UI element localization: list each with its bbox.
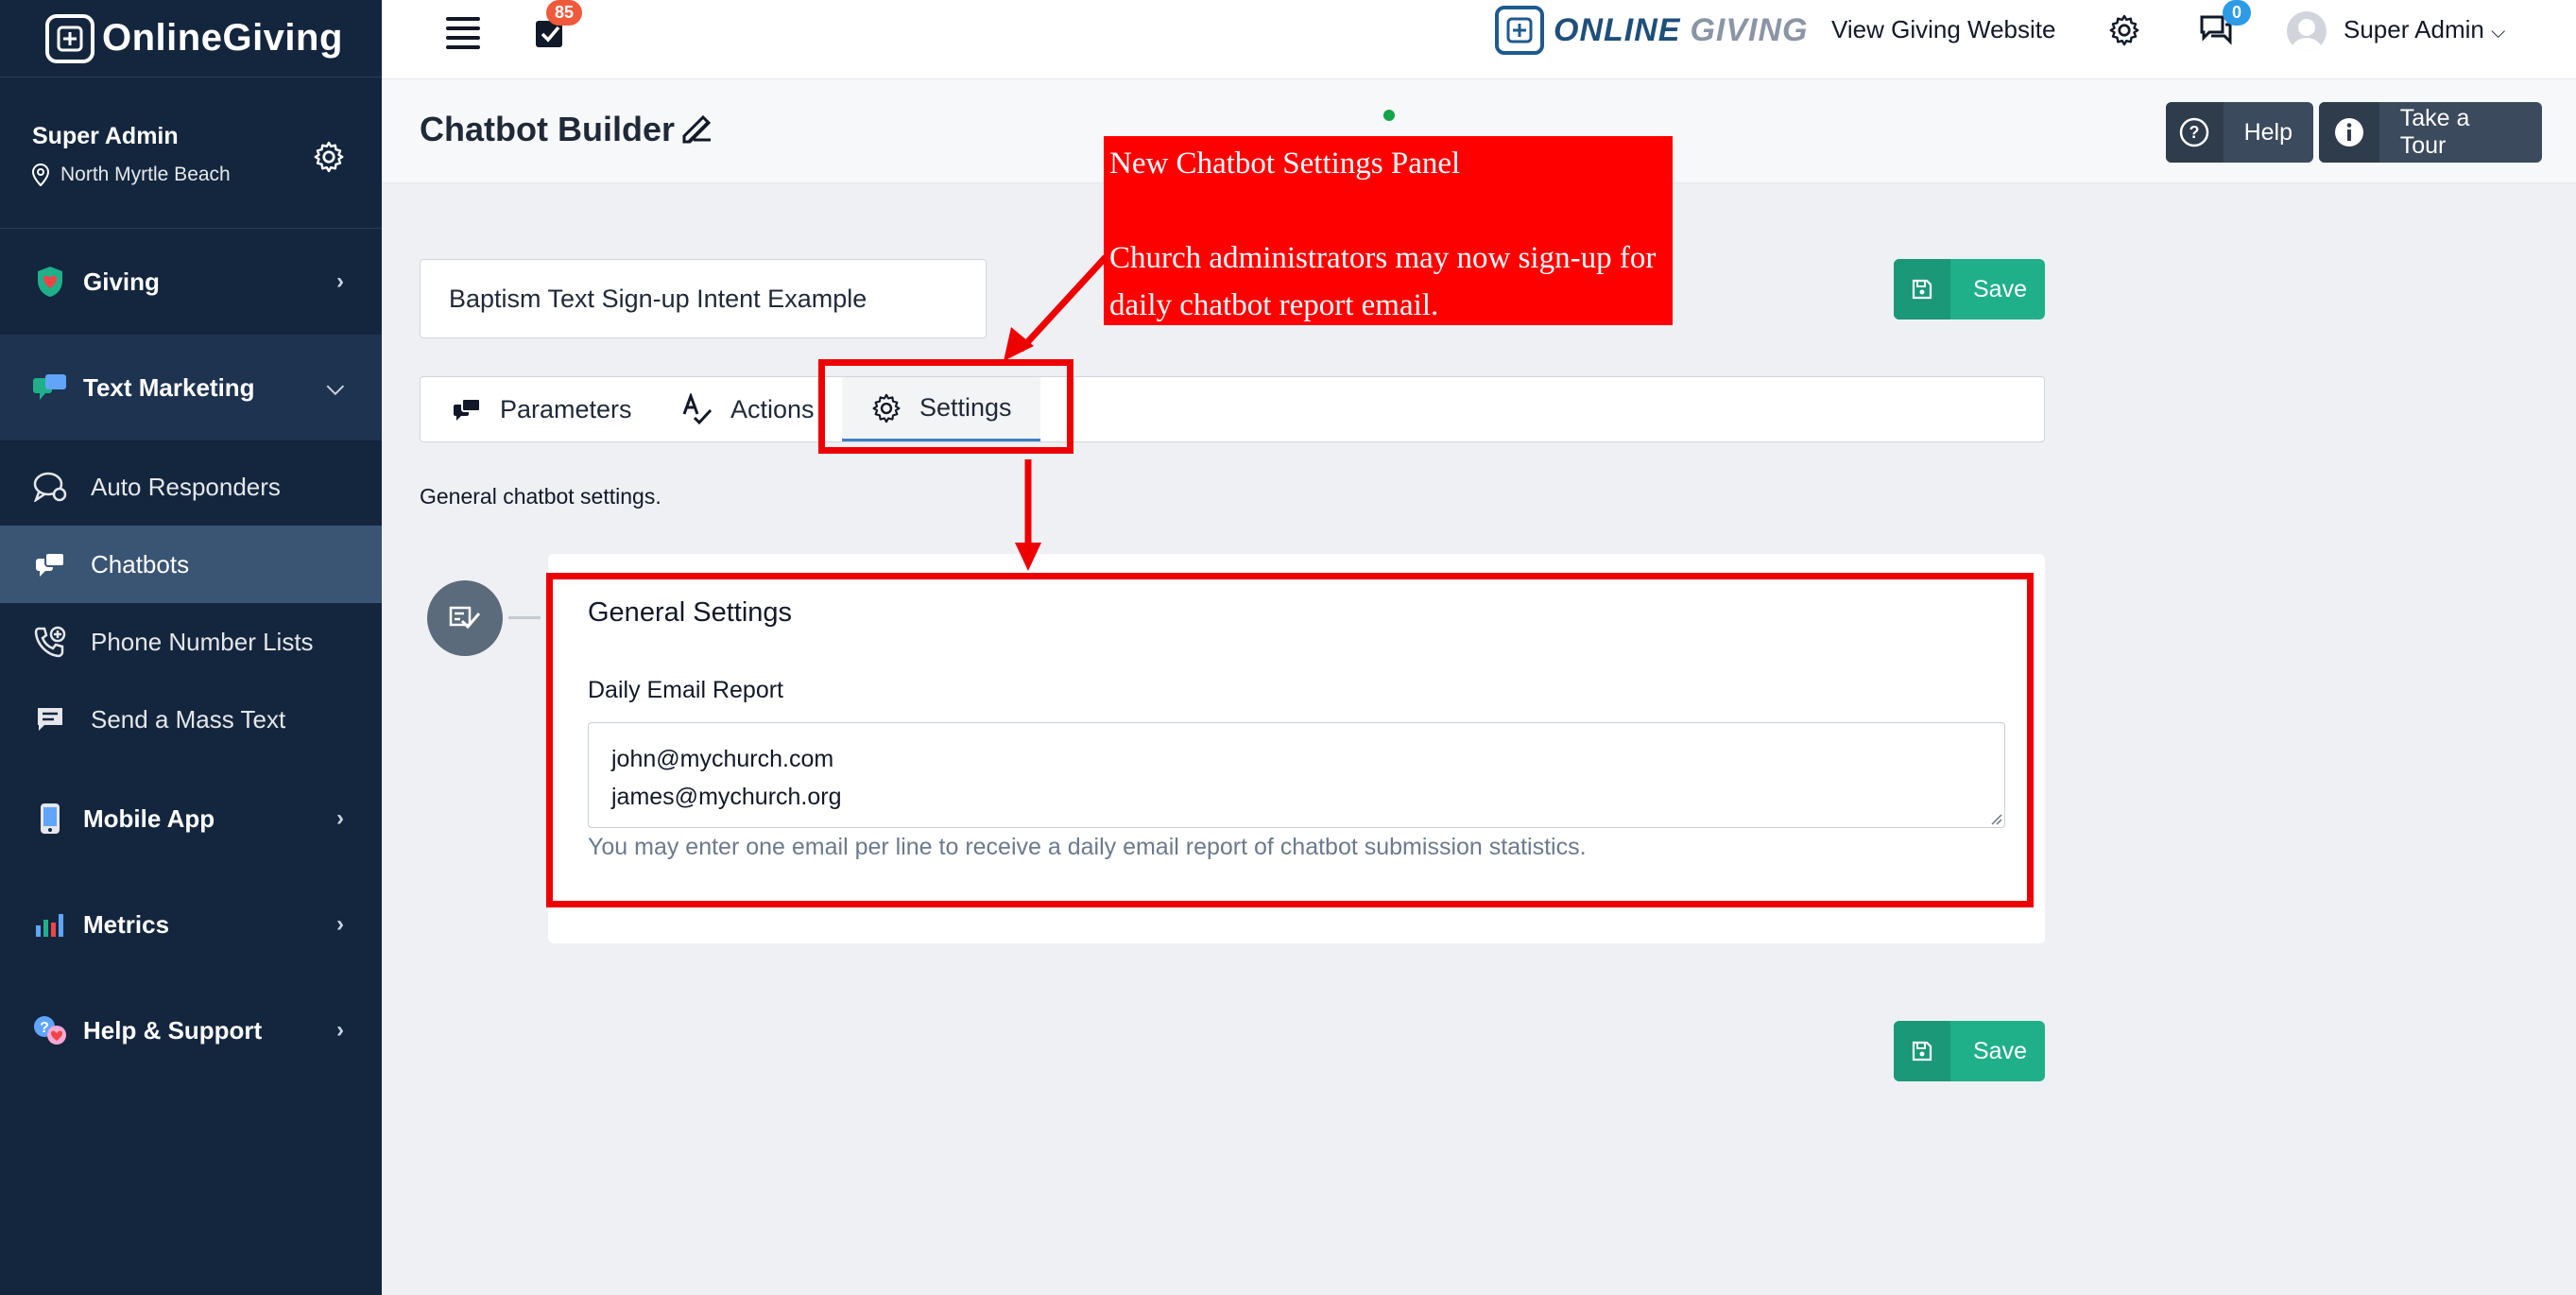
- help-button-label: Help: [2243, 118, 2293, 146]
- chevron-right-icon: ›: [336, 805, 344, 831]
- sidebar-item-label: Auto Responders: [91, 472, 281, 501]
- tab-label: Parameters: [500, 394, 632, 423]
- step-connector: [508, 616, 541, 619]
- brand-logo-icon: [45, 13, 94, 63]
- sidebar-item-label: Chatbots: [91, 549, 190, 578]
- nav-metrics[interactable]: Metrics ›: [0, 872, 382, 977]
- location-pin-icon: [32, 164, 49, 186]
- online-giving-logo[interactable]: ONLINE GIVING: [1495, 6, 1808, 55]
- user-block: Super Admin North Myrtle Beach: [0, 78, 382, 229]
- annotation-callout: New Chatbot Settings Panel Church admini…: [1104, 136, 1673, 325]
- sidebar-item-chatbots[interactable]: Chatbots: [0, 526, 382, 603]
- giving-shield-icon: [32, 264, 68, 300]
- nav-help-support[interactable]: ? Help & Support ›: [0, 977, 382, 1083]
- chevron-down-icon: ⌵: [2491, 22, 2506, 43]
- question-circle-icon: ?: [2166, 102, 2224, 163]
- brand[interactable]: OnlineGiving: [0, 0, 382, 78]
- chevron-right-icon: ›: [336, 911, 344, 937]
- chatbot-name-input[interactable]: Baptism Text Sign-up Intent Example: [420, 259, 987, 338]
- take-a-tour-button[interactable]: Take a Tour: [2319, 102, 2542, 163]
- user-settings-gear-icon[interactable]: [312, 140, 346, 174]
- user-menu-label: Super Admin: [2344, 15, 2484, 43]
- help-support-icon: ?: [32, 1012, 68, 1048]
- view-giving-website-link[interactable]: View Giving Website: [1831, 15, 2055, 44]
- user-name: Super Admin: [32, 123, 179, 149]
- nav-help-support-label: Help & Support: [83, 1015, 263, 1045]
- messages-count-badge: 0: [2223, 0, 2252, 26]
- sidebar: OnlineGiving Super Admin North Myrtle Be…: [0, 0, 382, 1295]
- settings-description: General chatbot settings.: [420, 484, 661, 509]
- sidebar-item-auto-responders[interactable]: Auto Responders: [0, 448, 382, 526]
- logo-text-online: ONLINE: [1554, 11, 1681, 48]
- topbar: 85 ONLINE GIVING View Giving Website 0 S…: [382, 0, 2576, 79]
- svg-text:?: ?: [2190, 123, 2200, 142]
- nav-mobile-app[interactable]: Mobile App ›: [0, 766, 382, 872]
- tab-label: Actions: [730, 394, 815, 423]
- annotation-arrowhead: [1004, 327, 1034, 361]
- user-location-text: North Myrtle Beach: [60, 164, 231, 185]
- annotation-highlight-panel: [546, 573, 2034, 907]
- user-location: North Myrtle Beach: [32, 164, 350, 186]
- chevron-down-icon: ⌵: [326, 374, 344, 400]
- save-button[interactable]: Save: [1894, 1021, 2045, 1081]
- save-button-label: Save: [1973, 1037, 2027, 1064]
- tasks-count-badge: 85: [546, 0, 583, 26]
- tab-actions[interactable]: Actions: [681, 377, 815, 441]
- take-a-tour-label: Take a Tour: [2399, 105, 2470, 159]
- logo-text-giving: GIVING: [1690, 11, 1809, 48]
- chatbot-icon: [32, 546, 68, 582]
- message-icon: [32, 701, 68, 737]
- hamburger-menu-icon[interactable]: [446, 17, 480, 49]
- nav-text-marketing[interactable]: Text Marketing ⌵: [0, 335, 382, 440]
- sidebar-item-send-mass-text[interactable]: Send a Mass Text: [0, 681, 382, 758]
- edit-pencil-icon[interactable]: [680, 112, 714, 146]
- chat-bubbles-icon: [451, 393, 483, 425]
- nav-giving[interactable]: Giving ›: [0, 229, 382, 335]
- sidebar-item-label: Send a Mass Text: [91, 704, 286, 734]
- page-title: Chatbot Builder: [420, 110, 675, 148]
- metrics-chart-icon: [32, 906, 68, 942]
- annotation-heading: New Chatbot Settings Panel: [1109, 147, 1461, 181]
- user-menu[interactable]: Super Admin ⌵: [2344, 15, 2505, 44]
- nav-giving-label: Giving: [83, 267, 160, 296]
- sidebar-item-label: Phone Number Lists: [91, 627, 314, 656]
- auto-responder-icon: [32, 469, 68, 505]
- info-circle-icon: [2319, 102, 2379, 163]
- floppy-disk-icon: [1894, 259, 1950, 319]
- chevron-right-icon: ›: [336, 268, 344, 294]
- brand-name: OnlineGiving: [102, 17, 343, 59]
- text-marketing-icon: [32, 370, 68, 406]
- status-dot: [1383, 110, 1395, 121]
- save-button[interactable]: Save: [1894, 259, 2045, 319]
- floppy-disk-icon: [1894, 1021, 1950, 1081]
- annotation-highlight-tab: [818, 359, 1073, 454]
- online-giving-logo-icon: [1495, 6, 1544, 55]
- sidebar-item-phone-number-lists[interactable]: Phone Number Lists: [0, 603, 382, 681]
- spell-check-icon: [681, 393, 713, 425]
- nav-text-marketing-label: Text Marketing: [83, 372, 255, 402]
- nav-mobile-app-label: Mobile App: [83, 803, 215, 833]
- annotation-body: Church administrators may now sign-up fo…: [1109, 241, 1657, 322]
- nav-metrics-label: Metrics: [83, 909, 170, 939]
- help-button[interactable]: ? Help: [2166, 102, 2313, 163]
- mobile-app-icon: [32, 801, 68, 837]
- save-button-label: Save: [1973, 275, 2027, 302]
- avatar[interactable]: [2287, 11, 2327, 51]
- settings-gear-icon[interactable]: [2107, 13, 2141, 47]
- chevron-right-icon: ›: [336, 1017, 344, 1043]
- tab-parameters[interactable]: Parameters: [451, 377, 632, 441]
- chatbot-tabs: Parameters Actions Settings: [420, 376, 2045, 442]
- settings-step-icon: [427, 580, 503, 656]
- phone-list-icon: [32, 624, 68, 660]
- annotation-arrow-to-tab: [1018, 254, 1108, 353]
